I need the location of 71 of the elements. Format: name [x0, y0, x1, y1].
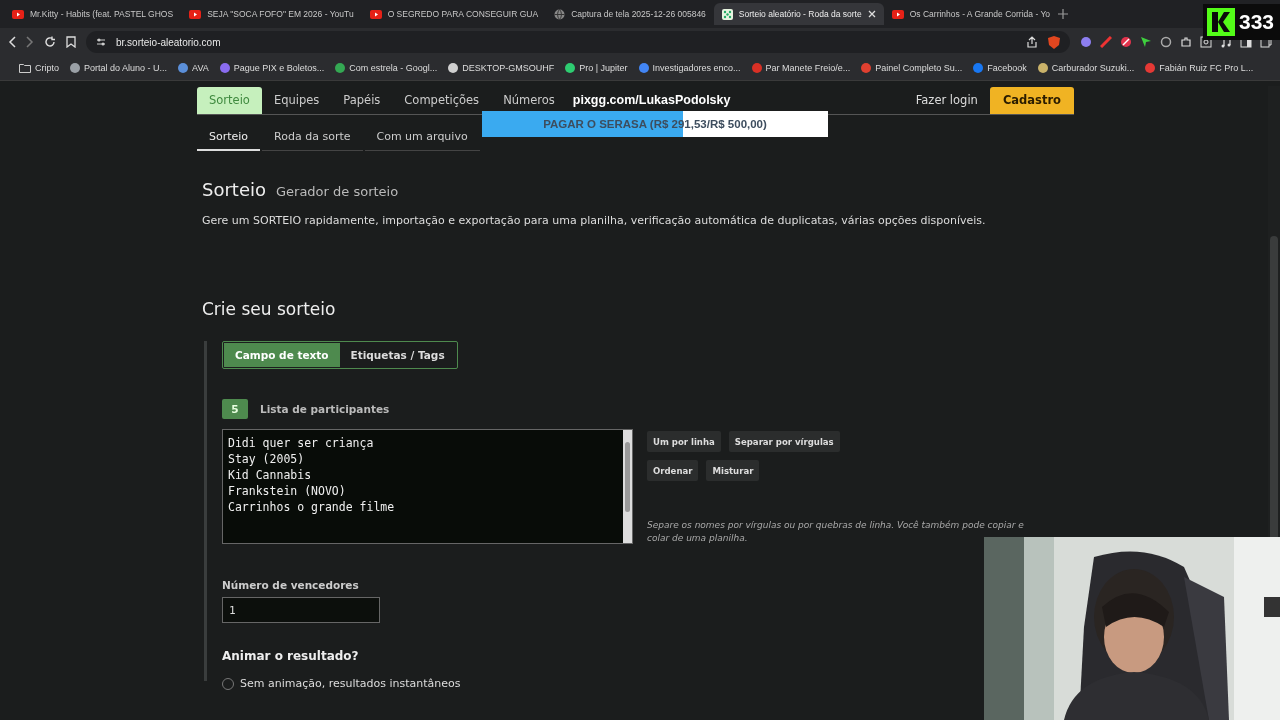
sub-tab[interactable]: Roda da sorte [262, 123, 363, 151]
bookmark[interactable]: Facebook [973, 63, 1027, 73]
page-subtitle: Gerador de sorteio [276, 184, 399, 199]
capture-icon[interactable] [1200, 36, 1212, 48]
video-icon [891, 9, 904, 19]
bookmark[interactable]: Portal do Aluno - U... [70, 63, 168, 73]
field-label: Lista de participantes [260, 403, 390, 415]
dice-icon [721, 8, 733, 20]
browser-tab[interactable]: SEJA "SOCA FOFO" EM 2026 - YouTu [181, 3, 362, 25]
signup-button[interactable]: Cadastro [989, 86, 1074, 114]
nav-tab[interactable]: Números [491, 86, 567, 114]
bookmark[interactable]: Pro | Jupiter [565, 63, 628, 73]
video-icon [189, 9, 202, 19]
forward-icon[interactable] [26, 36, 34, 48]
puzzle-icon[interactable] [1180, 36, 1192, 48]
bookmark[interactable]: Fabián Ruiz FC Pro L... [1145, 63, 1254, 73]
video-icon [369, 9, 382, 19]
url-text: br.sorteio-aleatorio.com [116, 36, 221, 48]
field-label: Número de vencedores [222, 579, 360, 591]
question-label: Animar o resultado? [222, 649, 360, 663]
circle-icon[interactable] [1160, 36, 1172, 48]
close-icon[interactable] [867, 10, 876, 18]
list-button[interactable]: Misturar [706, 460, 760, 481]
globe-icon [554, 8, 566, 20]
count-badge: 5 [222, 399, 248, 419]
section-title: Crie seu sorteio [202, 299, 337, 319]
browser-tab[interactable]: Sorteio aleatório - Roda da sorte [713, 3, 884, 25]
mode-tab[interactable]: Campo de texto [224, 343, 340, 367]
video-icon [12, 9, 24, 19]
site-settings-icon[interactable] [96, 37, 106, 47]
list-button[interactable]: Ordenar [647, 460, 699, 481]
reload-icon[interactable] [44, 36, 56, 48]
login-link[interactable]: Fazer login [903, 93, 990, 107]
list-button[interactable]: Separar por vírgulas [728, 431, 840, 452]
folder-icon [19, 63, 31, 73]
bookmark[interactable]: Painel Completo Su... [861, 63, 963, 73]
browser-tab[interactable]: Captura de tela 2025-12-26 005846 [546, 3, 714, 25]
bookmark[interactable]: Com estrela - Googl... [335, 63, 438, 73]
page-title: Sorteio [202, 179, 266, 200]
address-bar[interactable]: br.sorteio-aleatorio.com [86, 31, 1070, 53]
bookmark[interactable]: AVA [178, 63, 209, 73]
bookmark[interactable]: DESKTOP-GMSOUHF [448, 63, 555, 73]
block-icon[interactable] [1120, 36, 1132, 48]
cursor-icon[interactable] [1140, 36, 1152, 48]
sub-tab[interactable]: Com um arquivo [364, 123, 480, 151]
back-icon[interactable] [8, 36, 16, 48]
option-label: Sem animação, resultados instantâneos [240, 677, 461, 690]
bookmark[interactable]: Investigadores enco... [638, 63, 741, 73]
share-icon[interactable] [1026, 36, 1038, 48]
plus-icon[interactable] [1058, 9, 1069, 19]
sub-tab[interactable]: Sorteio [197, 123, 261, 151]
promo-link-text: pixgg.com/LukasPodolsky [572, 93, 731, 107]
bookmark[interactable]: Cripto [19, 63, 59, 73]
nav-tab[interactable]: Papéis [331, 86, 393, 114]
description: Gere um SORTEIO rapidamente, importação e exportação para uma planilha, verificação automática de duplicatas, várias opções disponíveis. [202, 214, 987, 227]
bookmark-icon[interactable] [66, 36, 76, 48]
bookmark[interactable]: Pague PIX e Boletos... [219, 63, 325, 73]
browser-tab[interactable]: Mr.Kitty - Habits (feat. PASTEL GHOS [4, 3, 182, 25]
viewer-count: 333 [1239, 10, 1275, 34]
bookmark[interactable]: Par Manete Freio/e... [751, 63, 851, 73]
nav-tab[interactable]: Equipes [261, 86, 332, 114]
browser-tab[interactable]: Os Carrinhos - A Grande Corrida - Yo [883, 3, 1059, 25]
channel-logo-icon [1207, 8, 1235, 36]
winners-field[interactable]: 1 [222, 597, 380, 623]
browser-tab[interactable]: O SEGREDO PARA CONSEGUIR GUA [361, 3, 547, 25]
mode-tab[interactable]: Etiquetas / Tags [339, 343, 456, 367]
list-button[interactable]: Um por linha [647, 431, 721, 452]
bookmark[interactable]: Carburador Suzuki... [1037, 63, 1135, 73]
shield-icon[interactable] [1048, 35, 1060, 49]
hint-text: Separe os nomes por vírgulas ou por quebras de linha. Você também pode copiar e colar de uma planilha. [647, 519, 1025, 545]
nav-tab[interactable]: Competições [392, 86, 492, 114]
